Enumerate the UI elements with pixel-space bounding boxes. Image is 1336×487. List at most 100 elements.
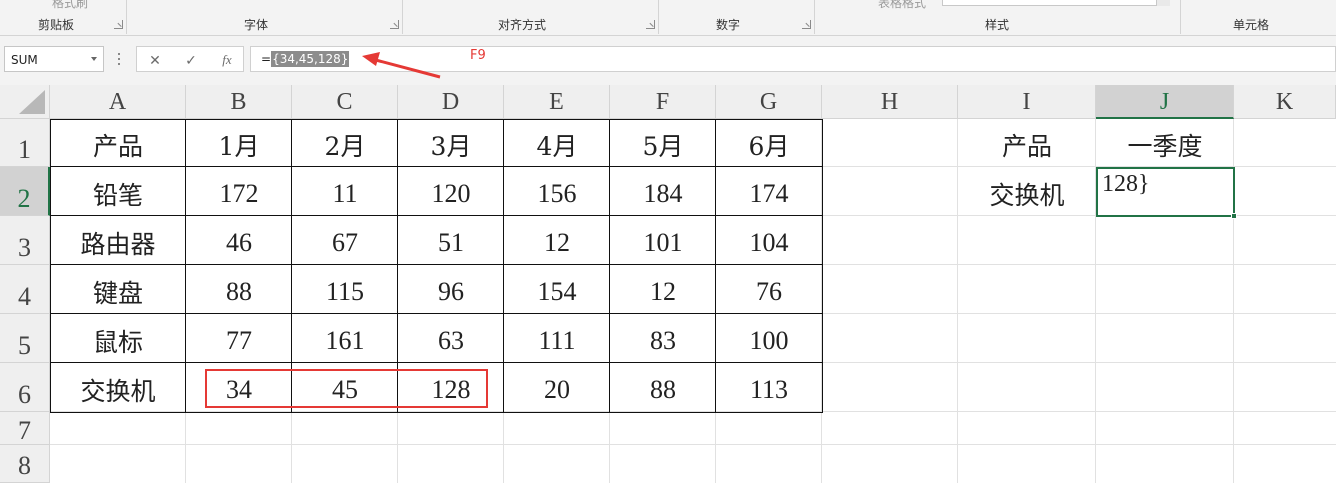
formula-bar: SUM ✕ ✓ fx ={34,45,128} F9 bbox=[0, 36, 1336, 85]
ribbon: 格式刷 表格格式 剪贴板 字体 对齐方式 数字 样式 单元格 bbox=[0, 0, 1336, 36]
cell-E5[interactable]: 111 bbox=[504, 314, 610, 363]
formula-text: ={34,45,128} bbox=[261, 51, 350, 67]
group-divider bbox=[126, 0, 127, 34]
group-label-number: 数字 bbox=[715, 18, 741, 32]
cell-B5[interactable]: 77 bbox=[186, 314, 292, 363]
cell-D5[interactable]: 63 bbox=[398, 314, 504, 363]
cell-F5[interactable]: 83 bbox=[610, 314, 716, 363]
column-header-A[interactable]: A bbox=[50, 85, 186, 119]
cell-E6[interactable]: 20 bbox=[504, 363, 610, 412]
worksheet-grid[interactable]: ABCDEFGHIJK 12345678 产品 1月 2月 3月 4月 5月 6月 铅笔 172… bbox=[0, 85, 1336, 483]
chevron-down-icon[interactable] bbox=[91, 57, 97, 61]
cell-B1[interactable]: 1月 bbox=[186, 119, 292, 167]
column-header-B[interactable]: B bbox=[186, 85, 292, 119]
select-all-button[interactable] bbox=[0, 85, 50, 119]
insert-function-icon[interactable]: fx bbox=[216, 50, 238, 70]
cell-B4[interactable]: 88 bbox=[186, 265, 292, 314]
column-header-I[interactable]: I bbox=[958, 85, 1096, 119]
column-header-H[interactable]: H bbox=[822, 85, 958, 119]
f9-annotation: F9 bbox=[470, 48, 486, 63]
cell-F3[interactable]: 101 bbox=[610, 216, 716, 265]
cell-G2[interactable]: 174 bbox=[716, 167, 822, 216]
name-box-value: SUM bbox=[11, 53, 38, 67]
alignment-launcher-icon[interactable] bbox=[646, 20, 655, 29]
cell-edit-value[interactable]: 128} bbox=[1102, 171, 1150, 198]
fill-handle[interactable] bbox=[1231, 213, 1237, 219]
cell-E1[interactable]: 4月 bbox=[504, 119, 610, 167]
gridline-horizontal bbox=[50, 444, 1336, 445]
row-header-6[interactable]: 6 bbox=[0, 363, 50, 412]
cell-F1[interactable]: 5月 bbox=[610, 119, 716, 167]
cancel-icon[interactable]: ✕ bbox=[144, 50, 166, 70]
column-header-K[interactable]: K bbox=[1234, 85, 1336, 119]
cell-I1[interactable]: 产品 bbox=[958, 119, 1096, 167]
drag-handle-icon[interactable] bbox=[118, 53, 121, 66]
group-label-styles: 样式 bbox=[984, 18, 1010, 32]
formula-selection: {34,45,128} bbox=[271, 51, 350, 67]
group-divider bbox=[814, 0, 815, 34]
cell-A3[interactable]: 路由器 bbox=[50, 216, 186, 265]
cell-C1[interactable]: 2月 bbox=[292, 119, 398, 167]
column-header-J[interactable]: J bbox=[1096, 85, 1234, 119]
group-label-alignment: 对齐方式 bbox=[497, 18, 547, 32]
row-header-3[interactable]: 3 bbox=[0, 216, 50, 265]
column-header-E[interactable]: E bbox=[504, 85, 610, 119]
row-header-2[interactable]: 2 bbox=[0, 167, 50, 216]
cell-A2[interactable]: 铅笔 bbox=[50, 167, 186, 216]
enter-icon[interactable]: ✓ bbox=[180, 50, 202, 70]
group-label-clipboard: 剪贴板 bbox=[37, 18, 75, 32]
annotation-arrow-icon bbox=[362, 52, 441, 79]
column-header-D[interactable]: D bbox=[398, 85, 504, 119]
row-header-1[interactable]: 1 bbox=[0, 119, 50, 167]
style-gallery-scroll[interactable] bbox=[1156, 0, 1170, 6]
row-header-4[interactable]: 4 bbox=[0, 265, 50, 314]
cell-B3[interactable]: 46 bbox=[186, 216, 292, 265]
format-painter-button[interactable]: 格式刷 bbox=[52, 0, 88, 11]
column-header-C[interactable]: C bbox=[292, 85, 398, 119]
group-divider bbox=[658, 0, 659, 34]
cell-E2[interactable]: 156 bbox=[504, 167, 610, 216]
cell-G5[interactable]: 100 bbox=[716, 314, 822, 363]
cell-G1[interactable]: 6月 bbox=[716, 119, 822, 167]
formula-prefix: = bbox=[261, 52, 272, 66]
group-label-font: 字体 bbox=[243, 18, 269, 32]
group-label-cells: 单元格 bbox=[1232, 18, 1270, 32]
cell-G6[interactable]: 113 bbox=[716, 363, 822, 412]
cell-A1[interactable]: 产品 bbox=[50, 119, 186, 167]
font-launcher-icon[interactable] bbox=[390, 20, 399, 29]
cell-C3[interactable]: 67 bbox=[292, 216, 398, 265]
number-launcher-icon[interactable] bbox=[802, 20, 811, 29]
cell-C2[interactable]: 11 bbox=[292, 167, 398, 216]
cell-F4[interactable]: 12 bbox=[610, 265, 716, 314]
highlight-range-box bbox=[205, 369, 488, 408]
cell-A4[interactable]: 键盘 bbox=[50, 265, 186, 314]
row-header-7[interactable]: 7 bbox=[0, 412, 50, 445]
cell-D4[interactable]: 96 bbox=[398, 265, 504, 314]
cell-I2[interactable]: 交换机 bbox=[958, 167, 1096, 216]
cell-A6[interactable]: 交换机 bbox=[50, 363, 186, 412]
table-format-button[interactable]: 表格格式 bbox=[878, 0, 926, 11]
column-header-F[interactable]: F bbox=[610, 85, 716, 119]
cell-E4[interactable]: 154 bbox=[504, 265, 610, 314]
cell-A5[interactable]: 鼠标 bbox=[50, 314, 186, 363]
group-divider bbox=[1180, 0, 1181, 34]
clipboard-launcher-icon[interactable] bbox=[114, 20, 123, 29]
cell-F2[interactable]: 184 bbox=[610, 167, 716, 216]
cell-style-gallery[interactable] bbox=[942, 0, 1170, 6]
cell-J1[interactable]: 一季度 bbox=[1096, 119, 1234, 167]
row-header-5[interactable]: 5 bbox=[0, 314, 50, 363]
cell-D3[interactable]: 51 bbox=[398, 216, 504, 265]
cell-E3[interactable]: 12 bbox=[504, 216, 610, 265]
cell-C4[interactable]: 115 bbox=[292, 265, 398, 314]
row-header-8[interactable]: 8 bbox=[0, 445, 50, 483]
cell-G4[interactable]: 76 bbox=[716, 265, 822, 314]
name-box[interactable]: SUM bbox=[4, 46, 104, 72]
cell-D2[interactable]: 120 bbox=[398, 167, 504, 216]
cell-D1[interactable]: 3月 bbox=[398, 119, 504, 167]
cell-F6[interactable]: 88 bbox=[610, 363, 716, 412]
column-header-G[interactable]: G bbox=[716, 85, 822, 119]
cell-B2[interactable]: 172 bbox=[186, 167, 292, 216]
group-divider bbox=[402, 0, 403, 34]
cell-G3[interactable]: 104 bbox=[716, 216, 822, 265]
cell-C5[interactable]: 161 bbox=[292, 314, 398, 363]
